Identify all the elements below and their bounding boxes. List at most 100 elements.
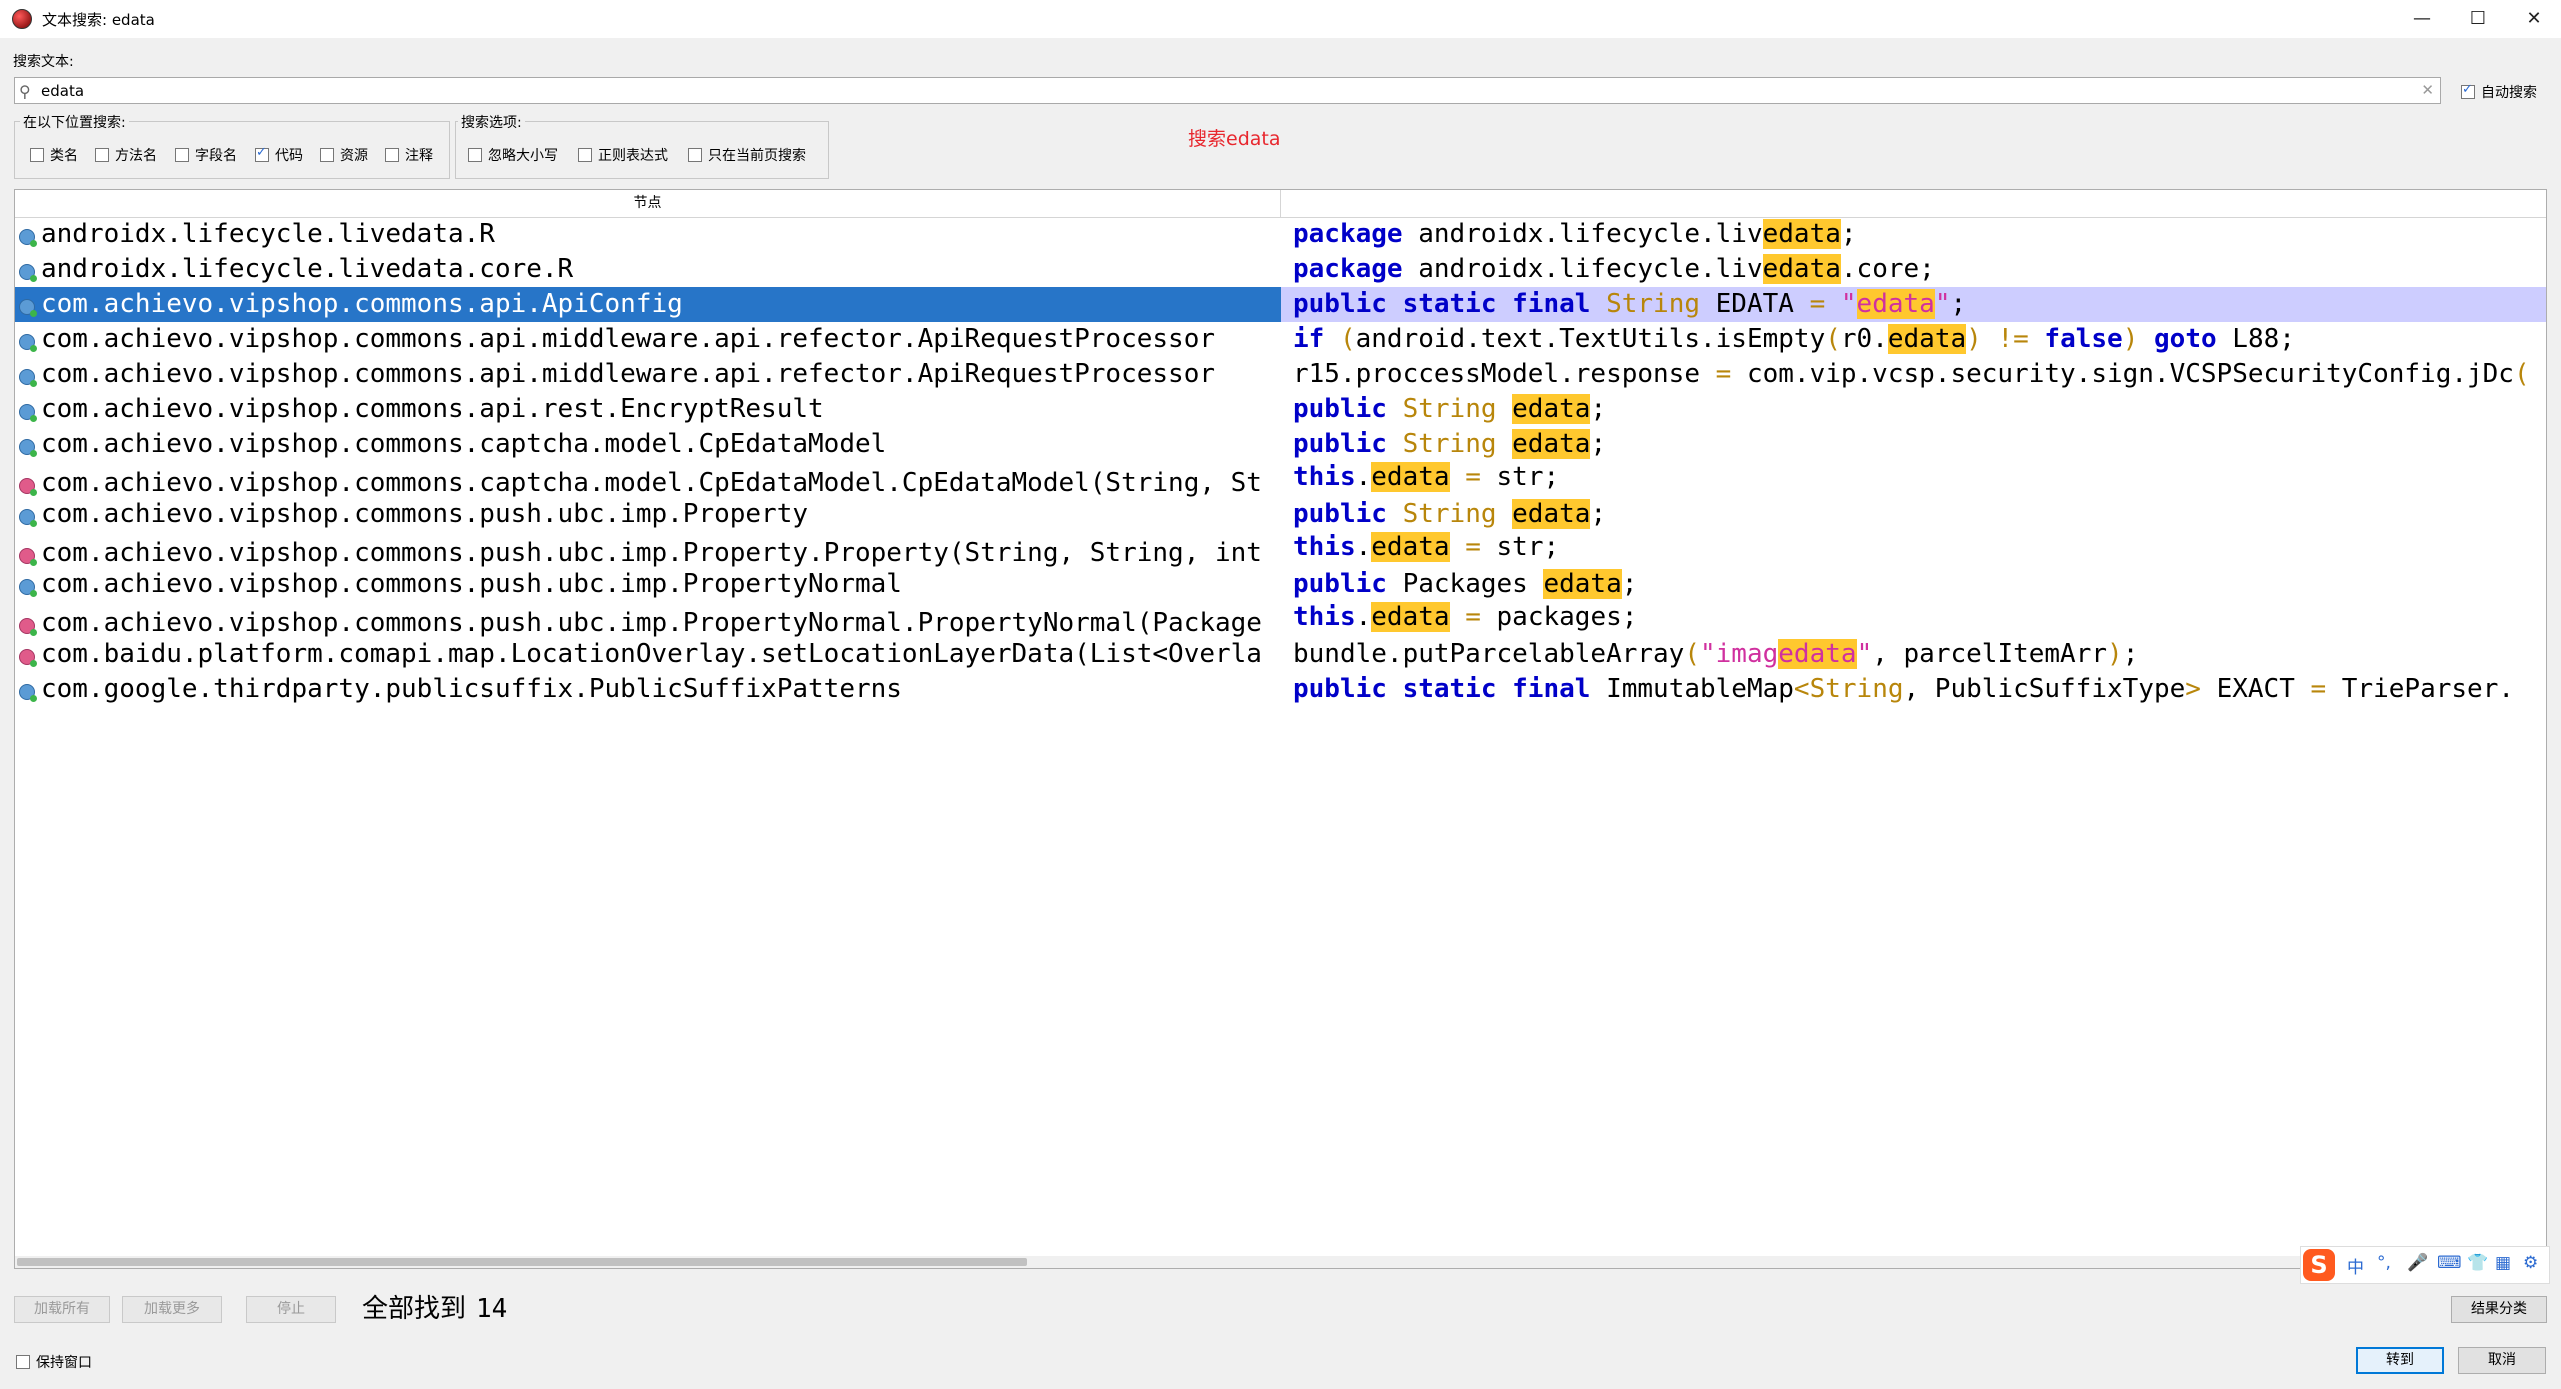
toolbox-icon[interactable]: ▦ (2495, 1253, 2511, 1273)
punctuation-icon[interactable]: °, (2377, 1253, 2391, 1273)
checkbox-icon[interactable] (30, 147, 44, 162)
ime-toolbar[interactable]: S 中 °, 🎤 ⌨ 👕 ▦ ⚙ (2300, 1246, 2550, 1284)
node-text: com.achievo.vipshop.commons.api.middlewa… (41, 324, 1215, 354)
results-header: 节点 (15, 190, 2546, 218)
checkbox-icon[interactable] (175, 147, 189, 162)
option-label: 注释 (405, 148, 433, 164)
keyboard-icon[interactable]: ⌨ (2437, 1253, 2462, 1273)
node-cell: com.achievo.vipshop.commons.push.ubc.imp… (15, 497, 1281, 532)
class-icon (19, 334, 37, 352)
node-text: com.achievo.vipshop.commons.captcha.mode… (41, 468, 1262, 498)
skin-icon[interactable]: 👕 (2467, 1253, 2488, 1273)
checkbox-icon[interactable] (688, 147, 702, 162)
goto-button[interactable]: 转到 (2356, 1347, 2444, 1374)
ignore-case-checkbox[interactable]: 忽略大小写 (468, 145, 558, 165)
option-label: 忽略大小写 (488, 148, 558, 164)
keep-window-checkbox[interactable]: 保持窗口 (16, 1352, 92, 1372)
option-label: 方法名 (115, 148, 157, 164)
app-icon (12, 9, 32, 29)
search-icon: ⚲ (19, 82, 31, 101)
class-icon (19, 299, 37, 317)
load-all-button[interactable]: 加载所有 (14, 1296, 110, 1323)
table-row[interactable]: com.achievo.vipshop.commons.push.ubc.imp… (15, 532, 2546, 571)
ime-mode-icon[interactable]: 中 (2347, 1253, 2364, 1278)
search-in-code-checkbox[interactable]: 代码 (255, 145, 303, 165)
microphone-icon[interactable]: 🎤 (2407, 1253, 2428, 1273)
checkbox-icon[interactable] (255, 145, 269, 162)
checkbox-icon[interactable] (320, 147, 334, 162)
option-label: 代码 (275, 148, 303, 164)
checkbox-icon[interactable] (578, 147, 592, 162)
checkbox-icon[interactable] (16, 1354, 30, 1369)
search-in-field-checkbox[interactable]: 字段名 (175, 145, 237, 165)
node-cell: androidx.lifecycle.livedata.R (15, 217, 1281, 252)
table-row[interactable]: com.google.thirdparty.publicsuffix.Publi… (15, 672, 2546, 707)
search-input[interactable] (41, 78, 2401, 103)
found-count: 14 (476, 1294, 508, 1324)
minimize-button[interactable]: — (2402, 4, 2442, 34)
class-icon (19, 509, 37, 527)
auto-search-check-icon[interactable] (2461, 82, 2475, 99)
maximize-button[interactable]: ☐ (2458, 4, 2498, 34)
horizontal-scrollbar[interactable] (15, 1256, 2546, 1268)
table-row[interactable]: androidx.lifecycle.livedata.core.R packa… (15, 252, 2546, 287)
column-header-node[interactable]: 节点 (15, 190, 1281, 217)
search-box[interactable]: ⚲ ✕ (14, 77, 2441, 104)
node-text: androidx.lifecycle.livedata.core.R (41, 254, 574, 284)
search-in-resource-checkbox[interactable]: 资源 (320, 145, 368, 165)
checkbox-icon[interactable] (95, 147, 109, 162)
load-more-button[interactable]: 加载更多 (122, 1296, 222, 1323)
table-row[interactable]: com.achievo.vipshop.commons.push.ubc.imp… (15, 567, 2546, 602)
keep-window-label: 保持窗口 (36, 1355, 92, 1371)
current-page-only-checkbox[interactable]: 只在当前页搜索 (688, 145, 806, 165)
table-row[interactable]: com.baidu.platform.comapi.map.LocationOv… (15, 637, 2546, 672)
option-label: 只在当前页搜索 (708, 148, 806, 164)
stop-button[interactable]: 停止 (246, 1296, 336, 1323)
table-row[interactable]: androidx.lifecycle.livedata.R package an… (15, 217, 2546, 252)
method-icon (19, 618, 37, 636)
code-cell: public String edata; (1293, 394, 1607, 424)
node-cell: com.google.thirdparty.publicsuffix.Publi… (15, 672, 1281, 707)
node-text: com.achievo.vipshop.commons.api.middlewa… (41, 359, 1215, 389)
found-status: 全部找到 14 (362, 1288, 507, 1325)
node-text: com.achievo.vipshop.commons.captcha.mode… (41, 429, 887, 459)
close-button[interactable]: ✕ (2514, 4, 2554, 34)
result-category-button[interactable]: 结果分类 (2451, 1296, 2547, 1323)
cancel-button[interactable]: 取消 (2458, 1347, 2546, 1374)
code-cell: this.edata = str; (1293, 532, 1560, 562)
sogou-logo-icon[interactable]: S (2303, 1249, 2335, 1281)
node-text: com.achievo.vipshop.commons.push.ubc.imp… (41, 538, 1262, 568)
table-row[interactable]: com.achievo.vipshop.commons.push.ubc.imp… (15, 497, 2546, 532)
node-cell: androidx.lifecycle.livedata.core.R (15, 252, 1281, 287)
node-text: com.achievo.vipshop.commons.push.ubc.imp… (41, 608, 1262, 638)
scrollbar-thumb[interactable] (17, 1258, 1027, 1266)
regex-checkbox[interactable]: 正则表达式 (578, 145, 668, 165)
code-cell: package androidx.lifecycle.livedata.core… (1293, 254, 1935, 284)
table-row[interactable]: com.achievo.vipshop.commons.push.ubc.imp… (15, 602, 2546, 641)
table-row[interactable]: com.achievo.vipshop.commons.captcha.mode… (15, 462, 2546, 501)
table-row[interactable]: com.achievo.vipshop.commons.api.middlewa… (15, 357, 2546, 392)
table-row-selected[interactable]: com.achievo.vipshop.commons.api.ApiConfi… (15, 287, 2546, 322)
search-in-comment-checkbox[interactable]: 注释 (385, 145, 433, 165)
class-icon (19, 439, 37, 457)
node-cell: com.achievo.vipshop.commons.api.middlewa… (15, 357, 1281, 392)
node-cell: com.achievo.vipshop.commons.captcha.mode… (15, 427, 1281, 462)
table-row[interactable]: com.achievo.vipshop.commons.captcha.mode… (15, 427, 2546, 462)
code-cell: public static final ImmutableMap<String,… (1293, 674, 2514, 704)
code-cell: this.edata = packages; (1293, 602, 1638, 632)
table-row[interactable]: com.achievo.vipshop.commons.api.rest.Enc… (15, 392, 2546, 427)
results-table: 节点 androidx.lifecycle.livedata.R package… (14, 189, 2547, 1269)
node-text: com.baidu.platform.comapi.map.LocationOv… (41, 639, 1262, 669)
search-in-class-checkbox[interactable]: 类名 (30, 145, 78, 165)
search-in-method-checkbox[interactable]: 方法名 (95, 145, 157, 165)
clear-icon[interactable]: ✕ (2421, 81, 2434, 99)
checkbox-icon[interactable] (468, 147, 482, 162)
column-header-code[interactable] (1281, 190, 2546, 217)
window-title: 文本搜索: edata (42, 11, 155, 29)
table-row[interactable]: com.achievo.vipshop.commons.api.middlewa… (15, 322, 2546, 357)
settings-icon[interactable]: ⚙ (2523, 1253, 2538, 1273)
auto-search-checkbox[interactable]: 自动搜索 (2461, 82, 2537, 102)
node-text: com.achievo.vipshop.commons.push.ubc.imp… (41, 569, 902, 599)
method-icon (19, 548, 37, 566)
checkbox-icon[interactable] (385, 147, 399, 162)
